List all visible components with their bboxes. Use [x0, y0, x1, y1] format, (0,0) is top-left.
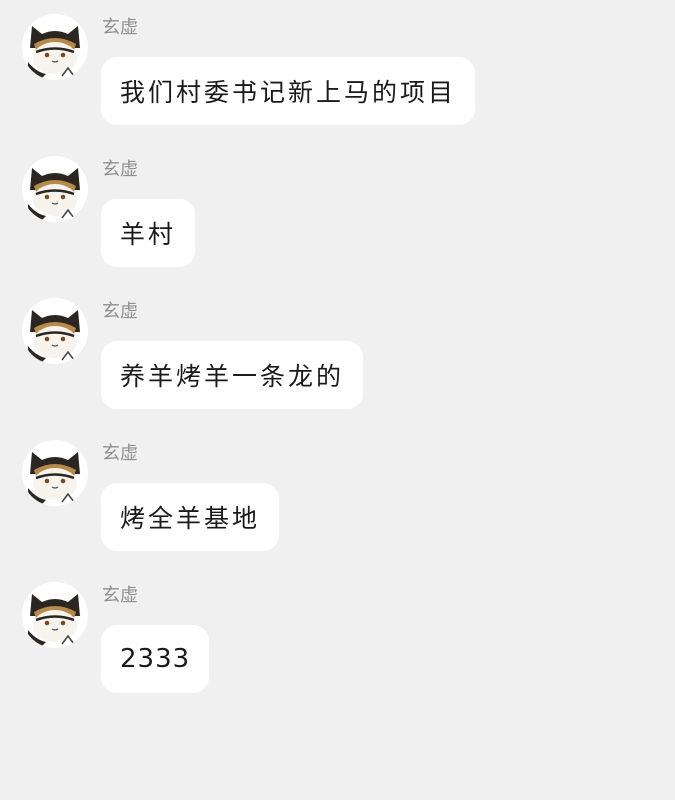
sender-name: 玄虚 — [102, 159, 138, 180]
message-row: 玄虚 羊村 — [0, 142, 675, 272]
message-bubble[interactable]: 我们村委书记新上马的项目 — [101, 57, 476, 125]
cat-avatar-icon[interactable] — [22, 14, 88, 80]
cat-avatar-icon[interactable] — [22, 440, 88, 506]
cat-avatar-icon[interactable] — [22, 156, 88, 222]
chat-message-list: 玄虚 我们村委书记新上马的项目 玄虚 羊村 玄虚 养羊烤羊一条龙的 玄虚 烤全羊… — [0, 0, 675, 800]
message-row: 玄虚 我们村委书记新上马的项目 — [0, 0, 675, 130]
message-row: 玄虚 烤全羊基地 — [0, 426, 675, 556]
sender-name: 玄虚 — [102, 585, 138, 606]
message-bubble[interactable]: 烤全羊基地 — [101, 483, 280, 551]
cat-avatar-icon[interactable] — [22, 582, 88, 648]
message-row: 玄虚 养羊烤羊一条龙的 — [0, 284, 675, 414]
message-bubble[interactable]: 羊村 — [101, 199, 196, 267]
message-bubble[interactable]: 养羊烤羊一条龙的 — [101, 341, 364, 409]
message-row: 玄虚 2333 — [0, 568, 675, 698]
cat-avatar-icon[interactable] — [22, 298, 88, 364]
message-bubble[interactable]: 2333 — [101, 625, 210, 693]
sender-name: 玄虚 — [102, 301, 138, 322]
sender-name: 玄虚 — [102, 443, 138, 464]
sender-name: 玄虚 — [102, 17, 138, 38]
